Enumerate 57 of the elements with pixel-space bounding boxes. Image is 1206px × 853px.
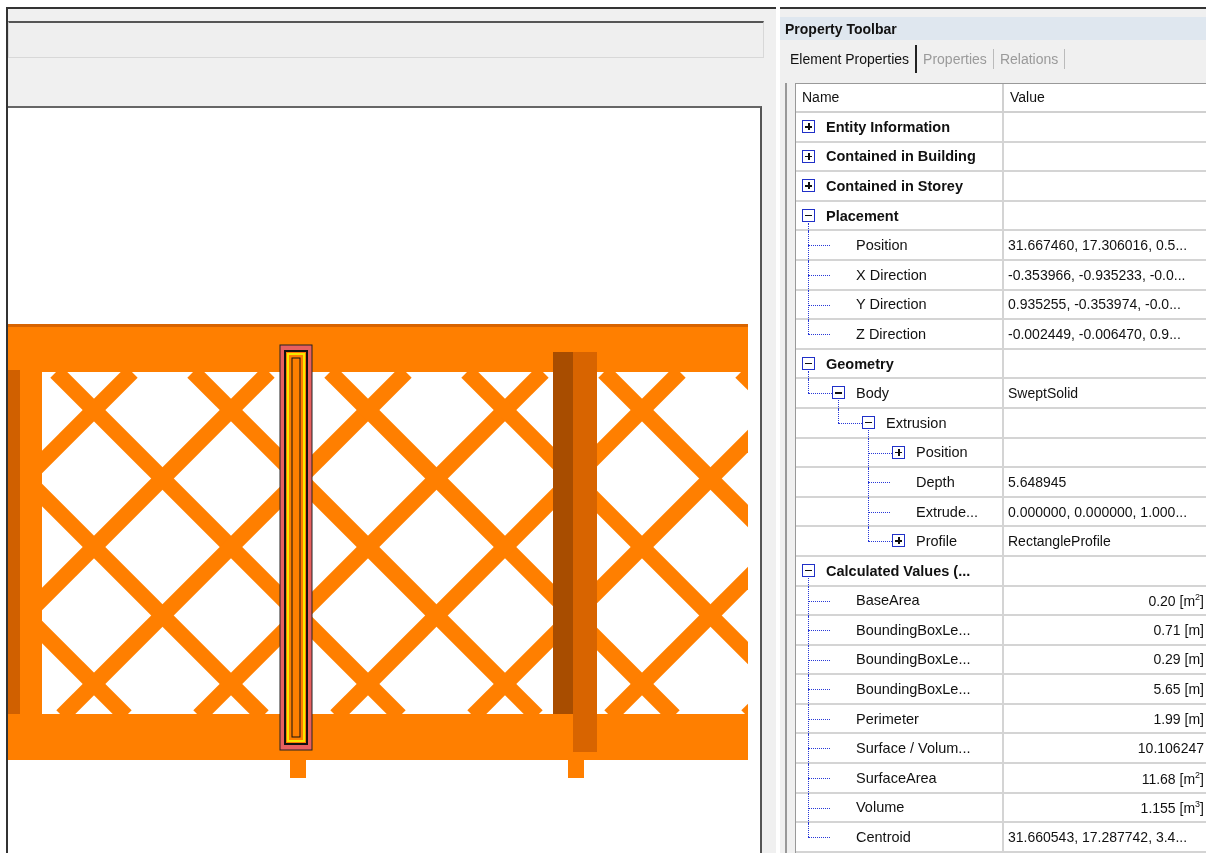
property-name: Profile [916,533,958,550]
property-name: Contained in Building [826,148,976,165]
expand-icon[interactable] [892,534,905,548]
selected-member[interactable] [279,344,313,751]
property-name: Volume [856,799,905,816]
property-value: 0.29 [m] [1153,651,1204,668]
property-name: X Direction [856,266,927,283]
property-value: 5.65 [m] [1153,681,1204,698]
property-name: Y Direction [856,296,927,313]
property-name: Extrude... [916,503,979,520]
property-value: 1.155 [m$^{3}$] [1140,799,1204,816]
expand-icon[interactable] [802,149,815,163]
collapse-icon[interactable] [802,356,815,370]
property-name: Placement [826,207,899,224]
expand-icon[interactable] [802,120,815,133]
property-value: SweptSolid [1008,385,1079,402]
property-name: SurfaceArea [856,769,937,786]
property-value: 0.000000, 0.000000, 1.000... [1008,503,1188,520]
property-value: 10.106247 [1137,740,1204,757]
expand-icon[interactable] [892,445,905,459]
property-name: Surface / Volum... [856,740,971,757]
property-name: BaseArea [856,592,920,609]
property-name: BoundingBoxLe... [856,681,971,698]
property-value: 31.667460, 17.306016, 0.5... [1008,237,1188,254]
column-header[interactable]: Value [1004,84,1206,111]
collapse-icon[interactable] [832,386,845,400]
property-name: Geometry [826,355,894,372]
property-name: Calculated Values (... [826,562,971,579]
property-value: -0.353966, -0.935233, -0.0... [1008,266,1186,283]
property-name: Position [856,237,908,254]
property-name: Depth [916,473,955,490]
property-value: 11.68 [m$^{2}$] [1141,769,1204,787]
property-name: Body [856,385,890,402]
property-value: 31.660543, 17.287742, 3.4... [1008,829,1188,846]
property-name: Entity Information [826,118,951,135]
property-value: 0.71 [m] [1153,621,1204,638]
property-name: Z Direction [856,325,927,342]
property-name: Position [916,444,968,461]
property-name: Perimeter [856,710,919,727]
property-value: 0.935255, -0.353974, -0.0... [1008,296,1181,313]
tab[interactable]: Element Properties [784,49,916,69]
panel-title: Property Toolbar [780,17,1206,40]
property-value: 0.20 [m$^{2}$] [1148,591,1204,609]
property-name: BoundingBoxLe... [856,651,971,668]
property-name: Extrusion [886,414,947,431]
collapse-icon[interactable] [862,415,875,429]
expand-icon[interactable] [802,179,815,193]
property-value: RectangleProfile [1008,533,1111,550]
column-header[interactable]: Name [796,84,1004,111]
property-value: 5.648945 [1008,473,1067,490]
property-value: 1.99 [m] [1153,710,1204,727]
property-value: -0.002449, -0.006470, 0.9... [1008,325,1181,342]
property-name: Centroid [856,829,911,846]
collapse-icon[interactable] [802,208,815,222]
property-name: BoundingBoxLe... [856,621,971,638]
collapse-icon[interactable] [802,563,815,577]
property-name: Contained in Storey [826,178,963,194]
